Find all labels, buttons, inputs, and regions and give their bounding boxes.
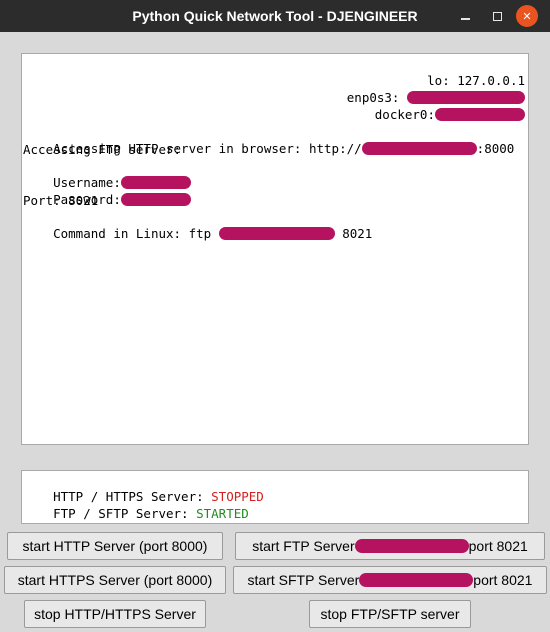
output-text-area[interactable]: lo: 127.0.0.1 enp0s3: docker0: Accessing… bbox=[21, 53, 529, 445]
minimize-icon bbox=[460, 18, 470, 20]
maximize-button[interactable] bbox=[487, 6, 507, 26]
close-icon: ✕ bbox=[522, 10, 532, 23]
title-bar[interactable]: Python Quick Network Tool - DJENGINEER ✕ bbox=[0, 0, 550, 32]
start-https-server-button[interactable]: start HTTPS Server (port 8000) bbox=[4, 566, 226, 594]
start-http-server-button[interactable]: start HTTP Server (port 8000) bbox=[7, 532, 223, 560]
redacted-block bbox=[359, 573, 474, 587]
stop-ftp-sftp-server-button[interactable]: stop FTP/SFTP server bbox=[309, 600, 471, 628]
close-button[interactable]: ✕ bbox=[516, 5, 538, 27]
ftp-status-line: FTP / SFTP Server: STARTED bbox=[53, 506, 249, 521]
port-line: Port: 8021 bbox=[23, 193, 99, 208]
ftp-heading-line: Accessing FTP server: bbox=[23, 142, 182, 157]
linux-command-line: Command in Linux: ftp 8021 bbox=[53, 226, 373, 241]
start-sftp-server-button[interactable]: start SFTP Server port 8021 bbox=[233, 566, 547, 594]
status-text-area[interactable]: HTTP / HTTPS Server: STOPPED FTP / SFTP … bbox=[21, 470, 529, 524]
redacted-block bbox=[120, 193, 191, 206]
stop-http-https-server-button[interactable]: stop HTTP/HTTPS Server bbox=[24, 600, 206, 628]
minimize-button[interactable] bbox=[455, 6, 475, 26]
redacted-block bbox=[435, 108, 525, 121]
start-ftp-server-button[interactable]: start FTP Server port 8021 bbox=[235, 532, 545, 560]
redacted-block bbox=[361, 142, 477, 155]
redacted-block bbox=[354, 539, 469, 553]
redacted-block bbox=[218, 227, 335, 240]
ftp-status-badge: STARTED bbox=[196, 506, 249, 521]
maximize-icon bbox=[492, 11, 502, 21]
